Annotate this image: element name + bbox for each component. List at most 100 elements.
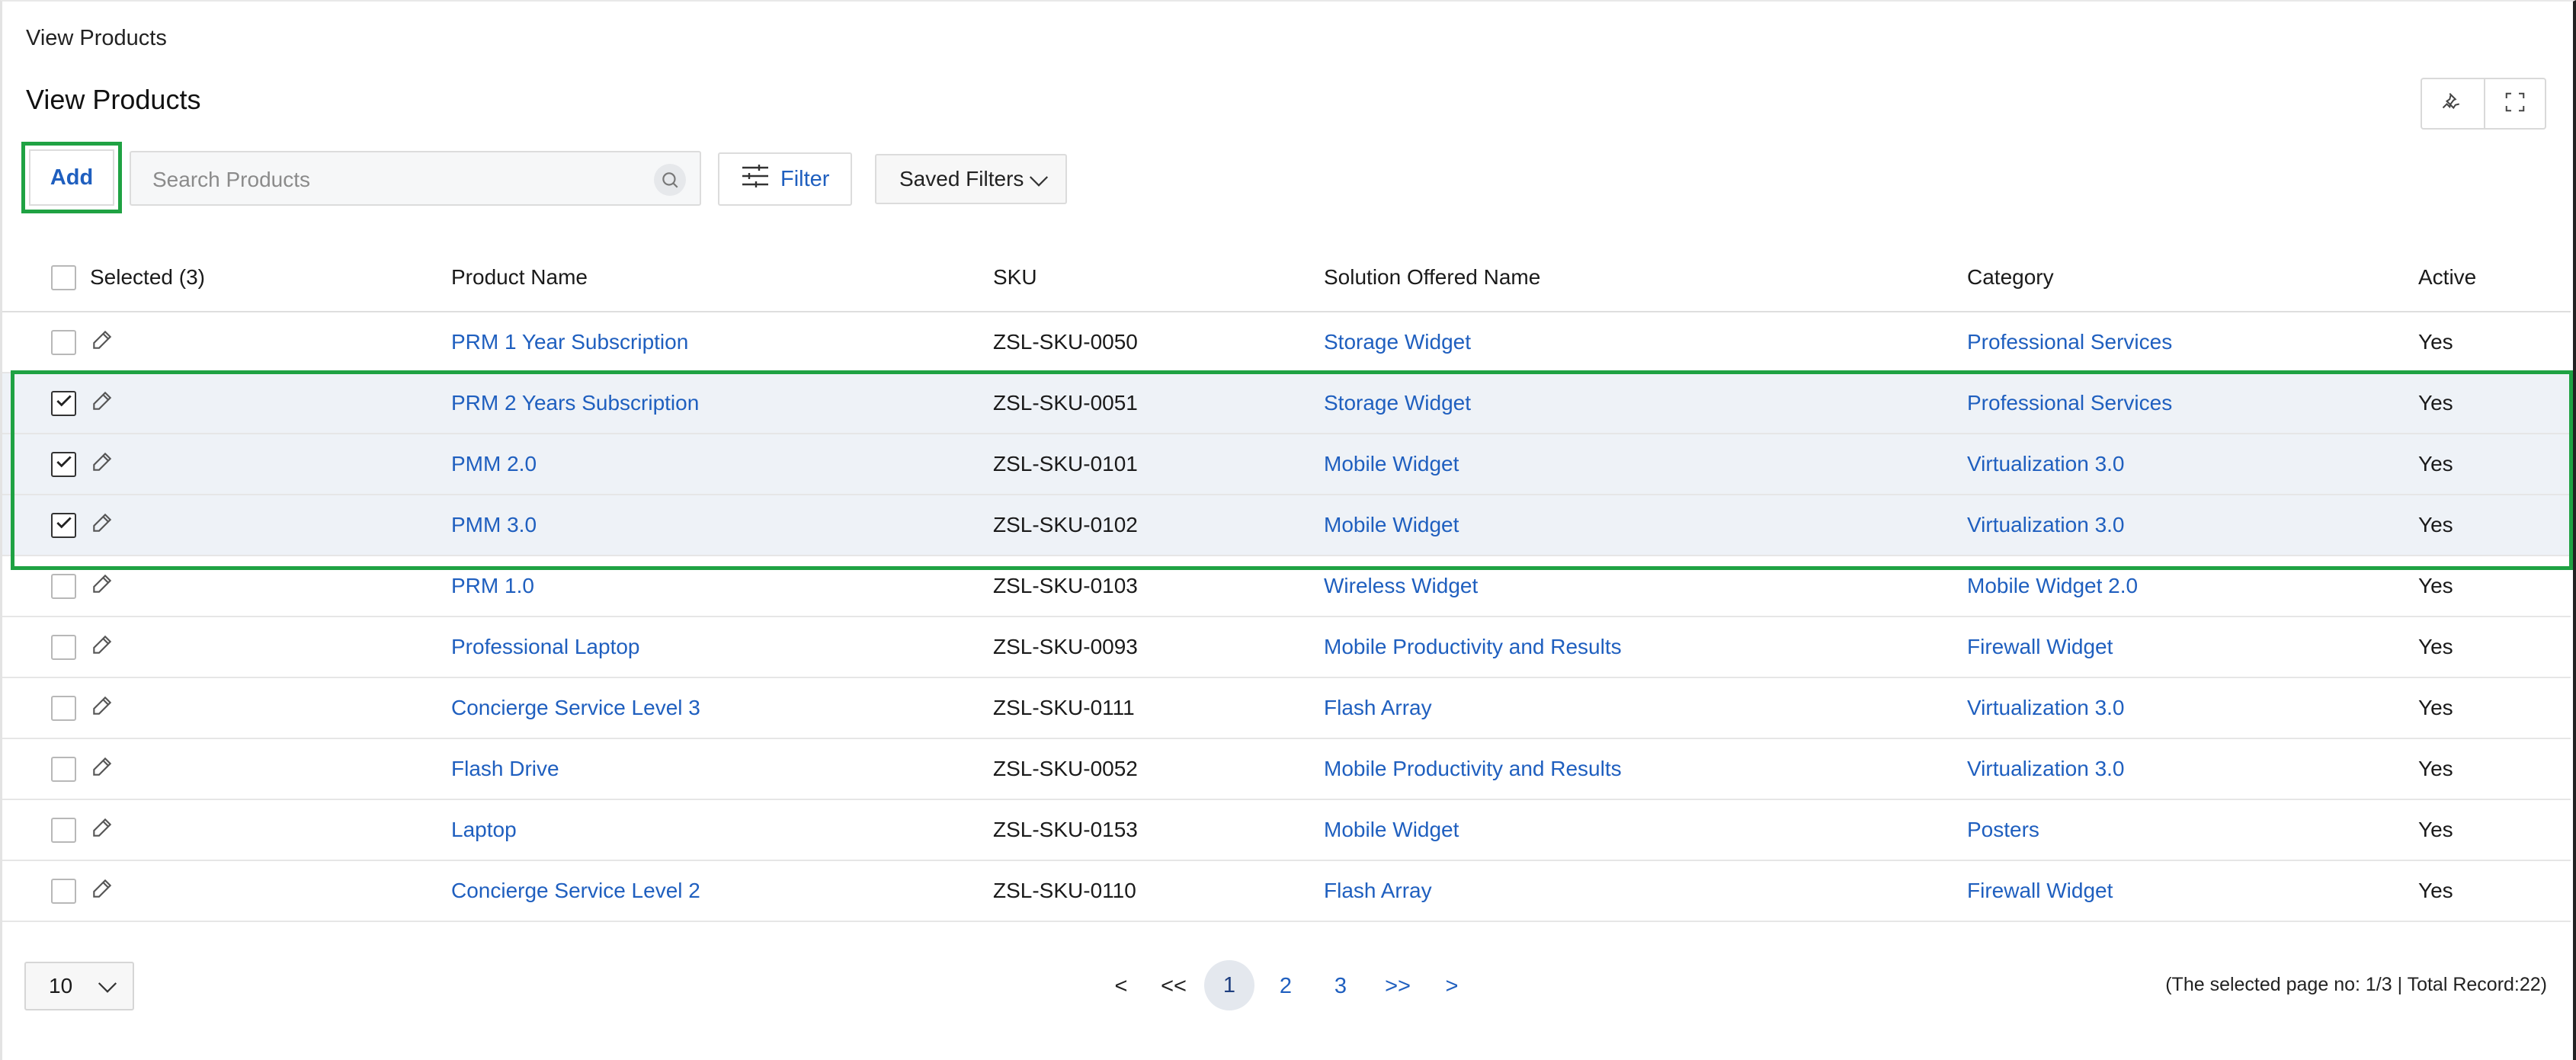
product-name-link[interactable]: PRM 1 Year Subscription [451, 312, 688, 372]
category-link[interactable]: Virtualization 3.0 [1967, 495, 2125, 555]
category-link[interactable]: Posters [1967, 800, 2039, 860]
breadcrumb[interactable]: View Products [26, 26, 167, 51]
table-row[interactable]: PRM 1.0 ZSL-SKU-0103 Wireless Widget Mobile… [2, 556, 2571, 617]
row-checkbox[interactable] [51, 512, 76, 538]
table-row[interactable]: PRM 1 Year Subscription ZSL-SKU-0050 Stora… [2, 312, 2571, 373]
next-page-link[interactable]: > [1440, 960, 1463, 1012]
category-link[interactable]: Virtualization 3.0 [1967, 434, 2125, 494]
table-row[interactable]: Concierge Service Level 2 ZSL-SKU-0110 Fla… [2, 861, 2571, 922]
pencil-icon[interactable] [90, 511, 114, 540]
table-row[interactable]: PMM 3.0 ZSL-SKU-0102 Mobile Widget Virtuali… [2, 495, 2571, 556]
pencil-icon[interactable] [90, 876, 114, 906]
active-cell: Yes [2418, 818, 2453, 841]
row-checkbox[interactable] [51, 878, 76, 904]
page-link-1[interactable]: 1 [1204, 960, 1254, 1010]
solution-link[interactable]: Flash Array [1324, 861, 1432, 921]
table-row[interactable]: Flash Drive ZSL-SKU-0052 Mobile Productivi… [2, 739, 2571, 800]
saved-filters-label: Saved Filters [899, 167, 1024, 191]
category-link[interactable]: Mobile Widget 2.0 [1967, 556, 2138, 616]
table-row[interactable]: PRM 2 Years Subscription ZSL-SKU-0051 Stor… [2, 373, 2571, 434]
last-page-link[interactable]: >> [1379, 960, 1416, 1012]
pencil-icon[interactable] [90, 632, 114, 662]
checkmark-icon [54, 452, 74, 477]
sku-cell: ZSL-SKU-0103 [993, 574, 1138, 597]
column-product-name[interactable]: Product Name [451, 244, 588, 311]
column-sku[interactable]: SKU [993, 244, 1037, 311]
search-icon[interactable] [654, 164, 686, 196]
product-name-link[interactable]: PRM 1.0 [451, 556, 534, 616]
page-link-3[interactable]: 3 [1328, 960, 1354, 1012]
filter-button[interactable]: Filter [718, 152, 852, 206]
product-name-link[interactable]: PMM 3.0 [451, 495, 537, 555]
pin-button[interactable] [2422, 79, 2484, 128]
column-active[interactable]: Active [2418, 244, 2476, 311]
product-name-link[interactable]: PRM 2 Years Subscription [451, 373, 699, 433]
category-link[interactable]: Virtualization 3.0 [1967, 678, 2125, 738]
pencil-icon[interactable] [90, 389, 114, 418]
table-row[interactable]: Professional Laptop ZSL-SKU-0093 Mobile Pr… [2, 617, 2571, 678]
pencil-icon[interactable] [90, 815, 114, 845]
product-name-link[interactable]: PMM 2.0 [451, 434, 537, 494]
product-name-link[interactable]: Professional Laptop [451, 617, 640, 677]
solution-link[interactable]: Mobile Widget [1324, 800, 1459, 860]
active-cell: Yes [2418, 452, 2453, 476]
pencil-icon[interactable] [90, 754, 114, 784]
row-checkbox[interactable] [51, 695, 76, 721]
row-checkbox[interactable] [51, 329, 76, 355]
sku-cell: ZSL-SKU-0102 [993, 513, 1138, 536]
solution-link[interactable]: Mobile Productivity and Results [1324, 617, 1622, 677]
select-all-checkbox[interactable] [51, 264, 76, 290]
checkmark-icon [54, 513, 74, 538]
table-row[interactable]: Concierge Service Level 3 ZSL-SKU-0111 Fla… [2, 678, 2571, 739]
page-title: View Products [26, 84, 201, 115]
solution-link[interactable]: Storage Widget [1324, 312, 1471, 372]
active-cell: Yes [2418, 391, 2453, 415]
column-category[interactable]: Category [1967, 244, 2054, 311]
table-row[interactable]: Laptop ZSL-SKU-0153 Mobile Widget Posters Ye… [2, 800, 2571, 861]
row-checkbox[interactable] [51, 573, 76, 599]
pencil-icon[interactable] [90, 693, 114, 723]
solution-link[interactable]: Storage Widget [1324, 373, 1471, 433]
column-selected: Selected (3) [90, 265, 205, 289]
solution-link[interactable]: Mobile Widget [1324, 434, 1459, 494]
category-link[interactable]: Virtualization 3.0 [1967, 739, 2125, 799]
prev-page-link[interactable]: < [1110, 960, 1133, 1012]
page-size-select[interactable]: 10 [24, 962, 134, 1010]
active-cell: Yes [2418, 635, 2453, 658]
product-name-link[interactable]: Concierge Service Level 2 [451, 861, 700, 921]
row-select-cell [51, 373, 114, 433]
expand-icon [2504, 91, 2526, 117]
table-header: Selected (3) Product Name SKU Solution O… [2, 244, 2571, 312]
column-solution-offered-name[interactable]: Solution Offered Name [1324, 244, 1540, 311]
add-button[interactable]: Add [29, 149, 114, 206]
saved-filters-dropdown[interactable]: Saved Filters [875, 154, 1067, 204]
pencil-icon[interactable] [90, 450, 114, 479]
row-checkbox[interactable] [51, 756, 76, 782]
solution-link[interactable]: Wireless Widget [1324, 556, 1478, 616]
page-link-2[interactable]: 2 [1273, 960, 1299, 1012]
first-page-link[interactable]: << [1155, 960, 1192, 1012]
pencil-icon[interactable] [90, 328, 114, 357]
table-row[interactable]: PMM 2.0 ZSL-SKU-0101 Mobile Widget Virtuali… [2, 434, 2571, 495]
search-input[interactable]: Search Products [130, 151, 701, 206]
solution-link[interactable]: Flash Array [1324, 678, 1432, 738]
row-checkbox[interactable] [51, 451, 76, 477]
product-name-link[interactable]: Flash Drive [451, 739, 559, 799]
row-select-cell [51, 800, 114, 860]
category-link[interactable]: Professional Services [1967, 312, 2172, 372]
category-link[interactable]: Professional Services [1967, 373, 2172, 433]
solution-link[interactable]: Mobile Productivity and Results [1324, 739, 1622, 799]
fullscreen-button[interactable] [2483, 79, 2546, 128]
sku-cell: ZSL-SKU-0153 [993, 818, 1138, 841]
row-checkbox[interactable] [51, 634, 76, 660]
category-link[interactable]: Firewall Widget [1967, 861, 2113, 921]
row-checkbox[interactable] [51, 390, 76, 416]
row-checkbox[interactable] [51, 817, 76, 843]
product-name-link[interactable]: Laptop [451, 800, 517, 860]
pencil-icon[interactable] [90, 572, 114, 601]
product-name-link[interactable]: Concierge Service Level 3 [451, 678, 700, 738]
pagination-summary: (The selected page no: 1/3 | Total Recor… [2165, 974, 2547, 995]
chevron-down-icon [96, 975, 119, 1004]
category-link[interactable]: Firewall Widget [1967, 617, 2113, 677]
solution-link[interactable]: Mobile Widget [1324, 495, 1459, 555]
